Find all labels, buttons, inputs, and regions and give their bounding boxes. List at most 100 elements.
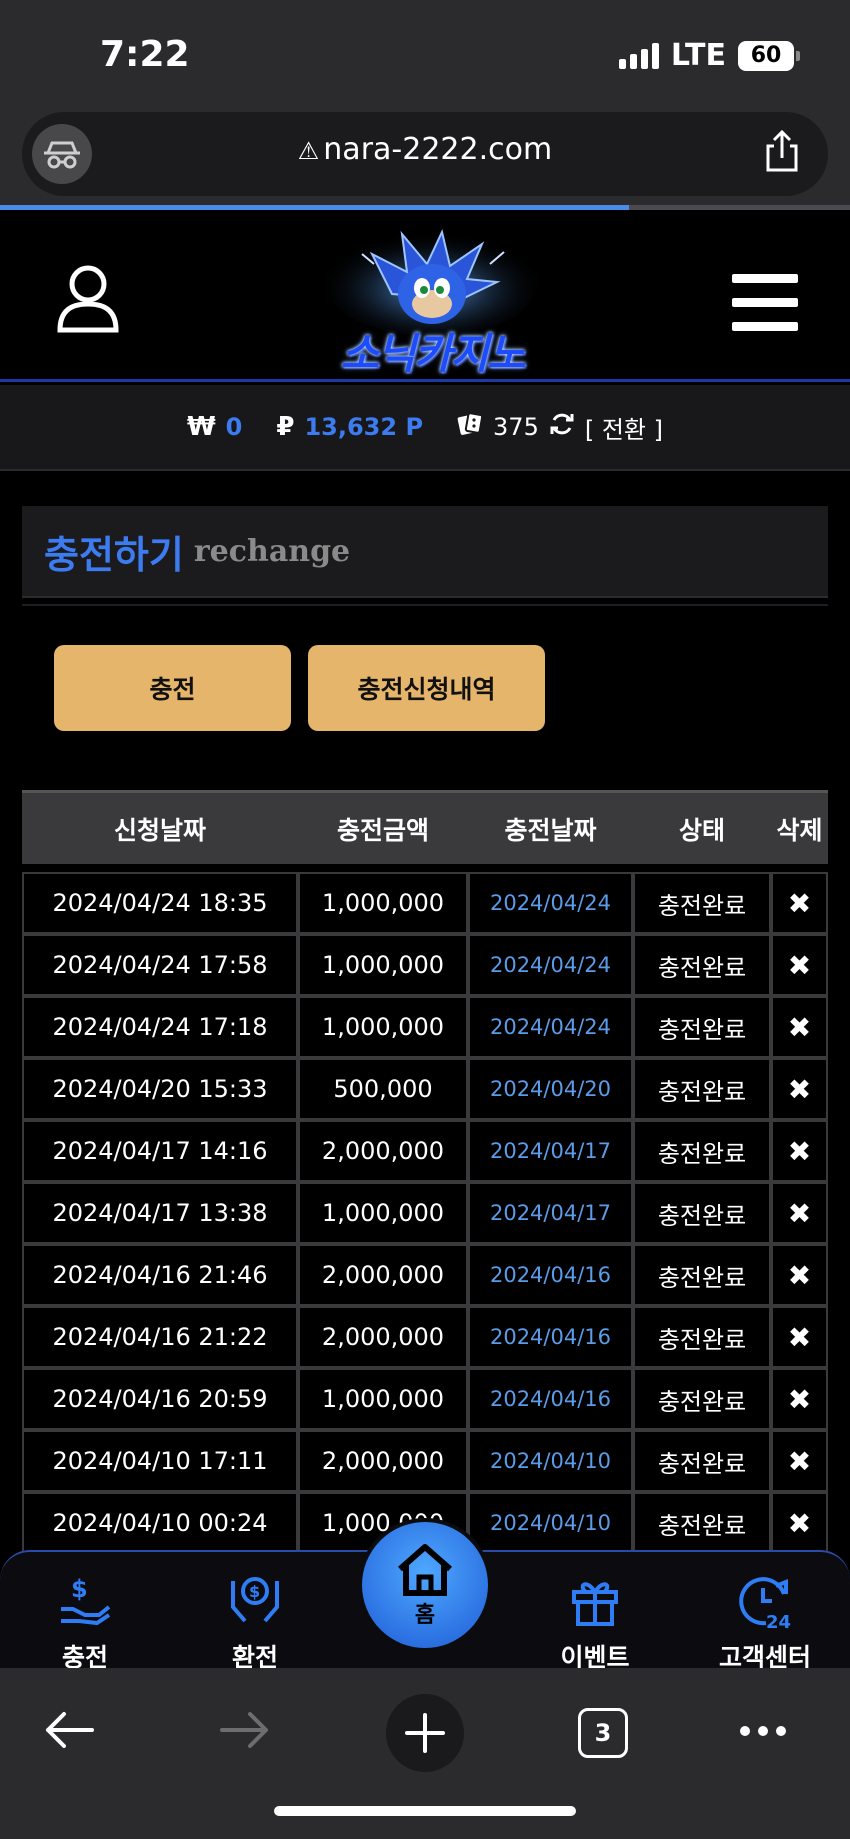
delete-icon[interactable]: ✖: [771, 1368, 828, 1430]
support-24h-icon: 24: [700, 1570, 830, 1632]
page-title: 충전하기 rechange: [22, 506, 828, 598]
cell-amount: 1,000,000: [298, 1182, 468, 1244]
url-bar[interactable]: ⚠ nara-2222.com: [22, 112, 828, 196]
site-header: 소닉카지노: [0, 210, 850, 382]
home-icon: [398, 1544, 452, 1596]
delete-icon[interactable]: ✖: [771, 872, 828, 934]
sonic-character-icon: [327, 228, 537, 336]
cell-amount: 2,000,000: [298, 1306, 468, 1368]
svg-text:$: $: [249, 1582, 260, 1601]
cell-request-date: 2024/04/10 00:24: [22, 1492, 298, 1554]
table-row: 2024/04/16 20:59 1,000,000 2024/04/16 충전완료 ✖: [22, 1368, 828, 1430]
cell-amount: 2,000,000: [298, 1120, 468, 1182]
cell-request-date: 2024/04/24 17:18: [22, 996, 298, 1058]
delete-icon[interactable]: ✖: [771, 1244, 828, 1306]
delete-icon[interactable]: ✖: [771, 1058, 828, 1120]
cell-charge-date: 2024/04/17: [468, 1182, 633, 1244]
table-row: 2024/04/17 13:38 1,000,000 2024/04/17 충전완료 ✖: [22, 1182, 828, 1244]
delete-icon[interactable]: ✖: [771, 996, 828, 1058]
site-logo[interactable]: 소닉카지노: [312, 224, 552, 380]
nav-charge[interactable]: $ 충전: [20, 1570, 150, 1674]
back-arrow-icon[interactable]: [44, 1710, 94, 1754]
cell-charge-date: 2024/04/10: [468, 1430, 633, 1492]
nav-support[interactable]: 24 고객센터: [700, 1570, 830, 1674]
cell-request-date: 2024/04/10 17:11: [22, 1430, 298, 1492]
svg-text:$: $: [71, 1575, 88, 1603]
nav-home-label: 홈: [414, 1603, 436, 1628]
home-indicator: [274, 1806, 576, 1816]
cell-request-date: 2024/04/17 13:38: [22, 1182, 298, 1244]
delete-icon[interactable]: ✖: [771, 1492, 828, 1554]
refresh-icon[interactable]: [549, 411, 575, 443]
delete-icon[interactable]: ✖: [771, 1182, 828, 1244]
cell-charge-date: 2024/04/16: [468, 1306, 633, 1368]
nav-exchange[interactable]: $ 환전: [190, 1570, 320, 1674]
switch-link[interactable]: [ 전환 ]: [585, 410, 663, 445]
charge-history-button[interactable]: 충전신청내역: [308, 645, 545, 731]
cell-amount: 1,000,000: [298, 1368, 468, 1430]
cell-charge-date: 2024/04/16: [468, 1368, 633, 1430]
cell-request-date: 2024/04/24 17:58: [22, 934, 298, 996]
cell-charge-date: 2024/04/24: [468, 934, 633, 996]
cell-charge-date: 2024/04/17: [468, 1120, 633, 1182]
table-row: 2024/04/10 17:11 2,000,000 2024/04/10 충전완료 ✖: [22, 1430, 828, 1492]
forward-arrow-icon[interactable]: [220, 1710, 270, 1754]
warning-icon: ⚠: [297, 137, 320, 165]
status-bar: 7:22 LTE 60: [0, 0, 850, 108]
delete-icon[interactable]: ✖: [771, 1120, 828, 1182]
cell-amount: 1,000,000: [298, 996, 468, 1058]
wallet-bar: ₩ 0 ₽ 13,632 P 375 [ 전환 ]: [0, 385, 850, 471]
cell-amount: 2,000,000: [298, 1430, 468, 1492]
point-symbol: ₽: [276, 412, 295, 442]
share-icon[interactable]: [764, 129, 800, 178]
table-row: 2024/04/17 14:16 2,000,000 2024/04/17 충전완료 ✖: [22, 1120, 828, 1182]
cell-request-date: 2024/04/16 20:59: [22, 1368, 298, 1430]
point-balance: 13,632 P: [304, 413, 424, 441]
cell-status: 충전완료: [633, 1368, 771, 1430]
chip-icon: [457, 411, 484, 443]
tabs-count-icon[interactable]: 3: [578, 1708, 628, 1758]
new-tab-plus-icon[interactable]: [386, 1694, 464, 1772]
delete-icon[interactable]: ✖: [771, 1430, 828, 1492]
cell-amount: 500,000: [298, 1058, 468, 1120]
nav-home-button[interactable]: 홈: [358, 1518, 492, 1652]
table-row: 2024/04/16 21:46 2,000,000 2024/04/16 충전완료 ✖: [22, 1244, 828, 1306]
nav-event[interactable]: 이벤트: [530, 1570, 660, 1674]
cell-status: 충전완료: [633, 1430, 771, 1492]
page-title-ko: 충전하기: [44, 532, 184, 577]
cell-status: 충전완료: [633, 1058, 771, 1120]
cell-status: 충전완료: [633, 1244, 771, 1306]
cell-request-date: 2024/04/20 15:33: [22, 1058, 298, 1120]
cell-amount: 2,000,000: [298, 1244, 468, 1306]
signal-icon: [618, 42, 659, 69]
table-row: 2024/04/24 17:58 1,000,000 2024/04/24 충전완료 ✖: [22, 934, 828, 996]
cell-charge-date: 2024/04/20: [468, 1058, 633, 1120]
cell-amount: 1,000,000: [298, 934, 468, 996]
cell-charge-date: 2024/04/24: [468, 996, 633, 1058]
status-time: 7:22: [100, 34, 190, 75]
status-indicators: LTE 60: [618, 38, 800, 73]
cell-charge-date: 2024/04/24: [468, 872, 633, 934]
table-row: 2024/04/20 15:33 500,000 2024/04/20 충전완료 ✖: [22, 1058, 828, 1120]
delete-icon[interactable]: ✖: [771, 934, 828, 996]
cell-charge-date: 2024/04/16: [468, 1244, 633, 1306]
charge-history-table: 신청날짜 충전금액 충전날짜 상태 삭제 2024/04/24 18:35 1,0…: [22, 790, 828, 1554]
table-row: 2024/04/24 18:35 1,000,000 2024/04/24 충전완료 ✖: [22, 872, 828, 934]
hamburger-menu-icon[interactable]: [732, 274, 798, 346]
logo-text: 소닉카지노: [340, 329, 525, 378]
cell-charge-date: 2024/04/10: [468, 1492, 633, 1554]
table-row: 2024/04/24 17:18 1,000,000 2024/04/24 충전완료 ✖: [22, 996, 828, 1058]
user-icon[interactable]: [56, 264, 120, 338]
charge-button[interactable]: 충전: [54, 645, 291, 731]
url-text[interactable]: ⚠ nara-2222.com: [22, 132, 828, 167]
more-dots-icon[interactable]: [740, 1726, 786, 1736]
cell-request-date: 2024/04/16 21:46: [22, 1244, 298, 1306]
delete-icon[interactable]: ✖: [771, 1306, 828, 1368]
cell-request-date: 2024/04/16 21:22: [22, 1306, 298, 1368]
exchange-hands-icon: $: [190, 1570, 320, 1632]
gift-icon: [530, 1570, 660, 1632]
cell-status: 충전완료: [633, 1182, 771, 1244]
table-body: 2024/04/24 18:35 1,000,000 2024/04/24 충전완료 ✖…: [22, 872, 828, 1554]
cell-status: 충전완료: [633, 934, 771, 996]
network-label: LTE: [670, 38, 726, 73]
